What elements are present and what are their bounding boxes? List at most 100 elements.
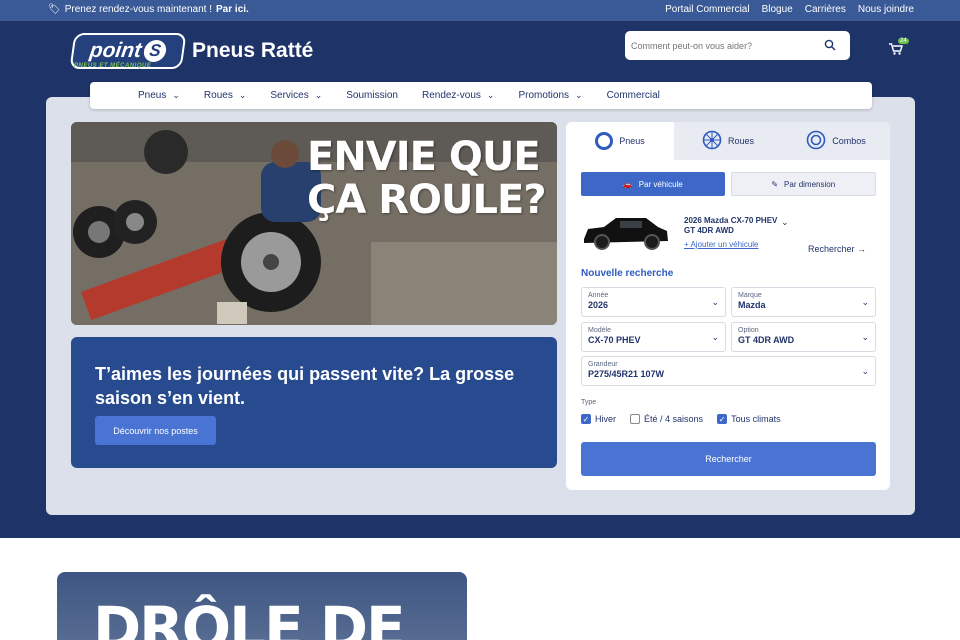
year-select[interactable]: Année 2026 ⌄ <box>581 287 726 317</box>
nav-label: Promotions <box>518 90 570 101</box>
add-vehicle-link[interactable]: + Ajouter un véhicule <box>684 240 759 249</box>
logo-badge-text: point <box>88 39 143 62</box>
tab-roues[interactable]: Roues <box>674 122 782 160</box>
tab-combos[interactable]: Combos <box>782 122 890 160</box>
vehicle-trim: GT 4DR AWD <box>684 226 734 235</box>
nav-roues[interactable]: Roues ⌄ <box>204 90 246 101</box>
nav-services[interactable]: Services ⌄ <box>270 90 322 101</box>
chevron-down-icon: ⌄ <box>861 297 869 307</box>
nav-label: Pneus <box>138 90 167 101</box>
new-search-title: Nouvelle recherche <box>581 268 674 279</box>
chevron-down-icon: ⌄ <box>861 366 869 376</box>
field-value: CX-70 PHEV <box>588 335 641 345</box>
make-select[interactable]: Marque Mazda ⌄ <box>731 287 876 317</box>
chevron-down-icon: ⌄ <box>172 90 180 100</box>
brand-name: Pneus Ratté <box>192 39 314 62</box>
checkbox-label: Tous climats <box>731 414 781 424</box>
search-input[interactable] <box>631 40 824 51</box>
field-value: 2026 <box>588 300 609 310</box>
link-blogue[interactable]: Blogue <box>762 4 793 15</box>
field-label: Option <box>738 327 759 334</box>
nav-soumission[interactable]: Soumission <box>346 90 398 101</box>
pencil-icon: ✎ <box>771 179 779 189</box>
utility-links: Portail Commercial Blogue Carrières Nous… <box>665 4 914 15</box>
combo-icon <box>806 130 826 152</box>
chevron-down-icon: ⌄ <box>711 332 719 342</box>
chevron-down-icon[interactable]: ⌄ <box>781 217 789 228</box>
chevron-down-icon: ⌄ <box>575 90 583 100</box>
search-link[interactable]: Rechercher → <box>808 244 866 254</box>
tire-search-form: Pneus Roues Combos 🚗 Par véhicule ✎ Par di… <box>566 122 890 490</box>
by-vehicle-tab[interactable]: 🚗 Par véhicule <box>581 172 725 196</box>
tab-label: Pneus <box>619 136 645 146</box>
nav-label: Rendez-vous <box>421 90 481 101</box>
careers-title: T’aimes les journées qui passent vite? L… <box>95 364 515 408</box>
nav-pneus[interactable]: Pneus ⌄ <box>138 90 180 101</box>
discover-jobs-button[interactable]: Découvrir nos postes <box>95 416 216 445</box>
cart-button[interactable]: 24 <box>889 38 909 58</box>
search-submit-button[interactable]: Rechercher <box>581 442 876 476</box>
field-label: Grandeur <box>588 361 618 368</box>
model-select[interactable]: Modèle CX-70 PHEV ⌄ <box>581 322 726 352</box>
tire-type-checkboxes: ✓ Hiver Été / 4 saisons ✓ Tous climats <box>581 414 795 424</box>
promo-link[interactable]: Par ici. <box>216 4 249 15</box>
link-nous-joindre[interactable]: Nous joindre <box>858 4 914 15</box>
checkbox-checked[interactable]: ✓ <box>581 414 591 424</box>
careers-card: T’aimes les journées qui passent vite? L… <box>71 337 557 468</box>
search-box <box>625 31 850 60</box>
logo-tagline: PNEUS ET MÉCANIQUE <box>74 63 152 69</box>
banner-headline: ENVIE QUE ÇA ROULE? <box>307 136 547 223</box>
hero-banner[interactable]: ENVIE QUE ÇA ROULE? <box>71 122 557 325</box>
type-hiver[interactable]: ✓ Hiver <box>581 414 616 424</box>
field-label: Année <box>588 292 609 299</box>
option-select[interactable]: Option GT 4DR AWD ⌄ <box>731 322 876 352</box>
product-tabs: Pneus Roues Combos <box>566 122 890 160</box>
type-tous-climats[interactable]: ✓ Tous climats <box>717 414 781 424</box>
promo-card-title: DRÔLE DE <box>93 594 406 640</box>
checkbox-unchecked[interactable] <box>630 414 641 424</box>
nav-promotions[interactable]: Promotions ⌄ <box>518 90 582 101</box>
arrow-right-icon: → <box>857 244 867 254</box>
vehicle-model: 2026 Mazda CX-70 PHEV <box>684 216 778 225</box>
promo-text: Prenez rendez-vous maintenant ! <box>64 4 213 15</box>
tab-pneus[interactable]: Pneus <box>566 122 674 160</box>
field-label: Modèle <box>588 327 611 334</box>
cart-icon <box>889 42 903 58</box>
link-carrieres[interactable]: Carrières <box>805 4 846 15</box>
tab-label: Combos <box>832 136 866 146</box>
promo-card-bottom[interactable]: DRÔLE DE <box>57 572 467 640</box>
chevron-down-icon: ⌄ <box>711 297 719 307</box>
tag-icon: 🏷 <box>48 4 61 15</box>
wheel-icon <box>702 130 722 152</box>
car-icon: 🚗 <box>622 179 633 189</box>
site-logo[interactable]: point S PNEUS ET MÉCANIQUE Pneus Ratté <box>69 33 314 69</box>
logo-s: S <box>142 40 168 62</box>
chevron-down-icon: ⌄ <box>861 332 869 342</box>
main-nav: Pneus ⌄ Roues ⌄ Services ⌄ Soumission Rende… <box>90 82 872 109</box>
type-label: Type <box>581 399 597 406</box>
vehicle-image <box>582 215 670 256</box>
size-select[interactable]: Grandeur P275/45R21 107W ⌄ <box>581 356 876 386</box>
chevron-down-icon: ⌄ <box>486 90 495 100</box>
nav-label: Roues <box>203 90 233 101</box>
search-mode-tabs: 🚗 Par véhicule ✎ Par dimension <box>581 172 876 196</box>
nav-label: Soumission <box>346 90 398 101</box>
sub-tab-label: Par véhicule <box>638 179 683 189</box>
tire-icon <box>595 132 614 150</box>
tab-label: Roues <box>727 136 754 146</box>
search-icon[interactable] <box>824 39 838 53</box>
cart-count: 24 <box>898 38 909 44</box>
by-dimension-tab[interactable]: ✎ Par dimension <box>730 172 876 196</box>
banner-headline-line2: ÇA ROULE? <box>307 177 547 223</box>
checkbox-checked[interactable]: ✓ <box>717 414 728 424</box>
search-link-label: Rechercher <box>808 244 855 254</box>
nav-rendez-vous[interactable]: Rendez-vous ⌄ <box>422 90 494 101</box>
nav-label: Services <box>270 90 309 101</box>
link-portail[interactable]: Portail Commercial <box>665 4 749 15</box>
top-bar: 🏷 Prenez rendez-vous maintenant ! Par ic… <box>0 0 960 21</box>
promo-banner[interactable]: 🏷 Prenez rendez-vous maintenant ! Par ic… <box>48 4 249 15</box>
selected-vehicle[interactable]: 2026 Mazda CX-70 PHEV GT 4DR AWD <box>684 216 794 236</box>
nav-commercial[interactable]: Commercial <box>607 90 660 101</box>
field-value: GT 4DR AWD <box>738 335 795 345</box>
type-ete[interactable]: Été / 4 saisons <box>630 414 703 424</box>
